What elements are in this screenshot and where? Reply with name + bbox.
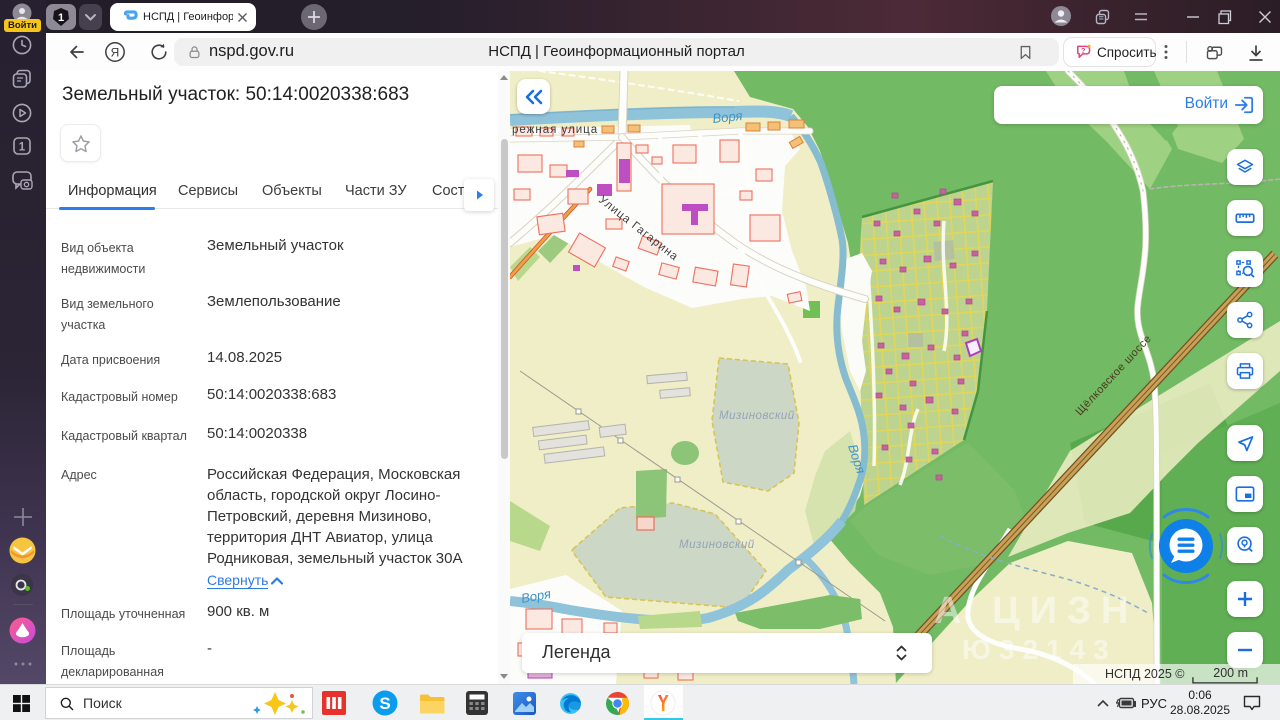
- svg-text:Ю32143: Ю32143: [962, 634, 1117, 665]
- svg-text:S: S: [379, 694, 390, 713]
- svg-text:Мизиновский: Мизиновский: [719, 410, 795, 422]
- svg-text:режная улица: режная улица: [512, 124, 598, 136]
- svg-text:Я: Я: [111, 46, 120, 60]
- svg-text:1: 1: [19, 142, 26, 154]
- svg-text:?: ?: [1081, 46, 1086, 55]
- svg-text:А ЦИЗН: А ЦИЗН: [934, 590, 1138, 632]
- svg-text:Мизиновский: Мизиновский: [679, 539, 755, 551]
- svg-text:1: 1: [58, 12, 64, 24]
- svg-text:Воря: Воря: [712, 108, 743, 126]
